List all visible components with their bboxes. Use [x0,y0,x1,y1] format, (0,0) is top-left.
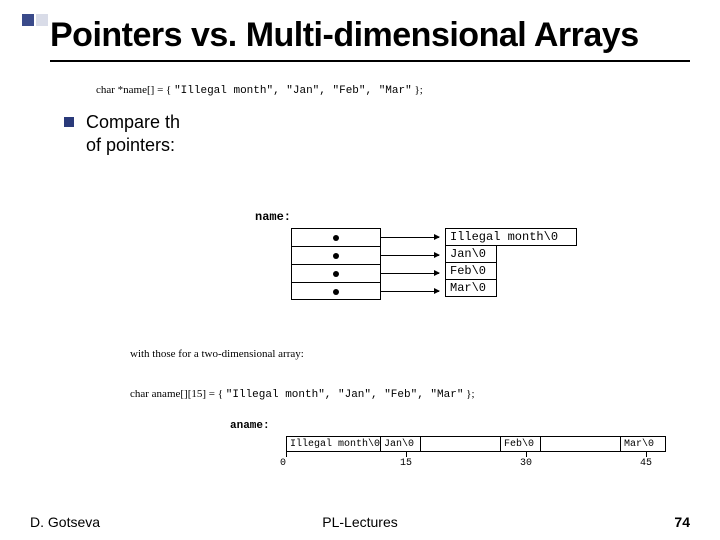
pointer-box [291,228,381,300]
arrow-icon [381,273,439,274]
bullet-line1: Compare th [86,112,180,132]
pointer-dot-icon [333,271,339,277]
array-seg: Mar\0 [621,437,661,451]
pointer-dot-icon [333,289,339,295]
accent-square-light [36,14,48,26]
code-line-2d-array-decl: char aname[][15] = { "Illegal month", "J… [130,388,475,401]
footer: D. Gotseva PL-Lectures 74 [30,514,690,530]
string-cells: Illegal month\0 Jan\0 Feb\0 Mar\0 [445,228,577,296]
pointer-dot-icon [333,235,339,241]
title-underline [50,60,690,62]
array-seg: Illegal month\0 [287,437,381,451]
code2-suffix: }; [463,388,474,400]
diagram2-label: aname: [230,420,270,432]
pointer-dot-icon [333,253,339,259]
array-caption: with those for a two-dimensional array: [130,348,304,360]
tick-label: 15 [400,458,412,469]
arrow-icon [381,255,439,256]
footer-page: 74 [674,514,690,530]
tick-label: 0 [280,458,286,469]
code1-prefix: char *name[] = { [96,84,174,96]
bullet-square-icon [64,117,74,127]
array-seg [541,437,621,451]
accent-square-dark [22,14,34,26]
string-cell: Jan\0 [445,245,497,263]
bullet-line2: of pointers: [86,135,175,155]
bullet-row: Compare th of pointers: [64,111,690,156]
footer-center: PL-Lectures [322,514,397,530]
pointer-slot [292,247,380,265]
bullet-text: Compare th of pointers: [86,111,180,156]
array-seg [421,437,501,451]
code1-suffix: }; [412,84,423,96]
arrow-icon [381,237,439,238]
slide-title: Pointers vs. Multi-dimensional Arrays [50,16,690,54]
string-cell: Mar\0 [445,279,497,297]
code-line-pointer-decl: char *name[] = { "Illegal month", "Jan",… [96,84,690,97]
array-seg: Jan\0 [381,437,421,451]
tick-label: 30 [520,458,532,469]
tick-row: 0 15 30 45 [286,452,666,470]
array-seg: Feb\0 [501,437,541,451]
pointer-slot [292,265,380,283]
string-cell: Feb\0 [445,262,497,280]
diagram1-label: name: [255,210,291,224]
tick-label: 45 [640,458,652,469]
string-cell: Illegal month\0 [445,228,577,246]
pointer-array-diagram: name: Illegal month\0 Jan\0 Feb\0 Mar\0 [255,210,291,224]
code2-prefix: char aname[][15] = { [130,388,226,400]
arrow-icon [381,291,439,292]
title-area: Pointers vs. Multi-dimensional Arrays [50,10,690,62]
footer-author: D. Gotseva [30,514,100,530]
code1-body: "Illegal month", "Jan", "Feb", "Mar" [174,85,412,97]
pointer-slot [292,229,380,247]
two-d-array-diagram: aname: Illegal month\0 Jan\0 Feb\0 Mar\0… [230,420,270,432]
pointer-slot [292,283,380,301]
slide: Pointers vs. Multi-dimensional Arrays ch… [0,0,720,540]
code2-body: "Illegal month", "Jan", "Feb", "Mar" [226,389,464,401]
contiguous-box: Illegal month\0 Jan\0 Feb\0 Mar\0 [286,436,666,452]
